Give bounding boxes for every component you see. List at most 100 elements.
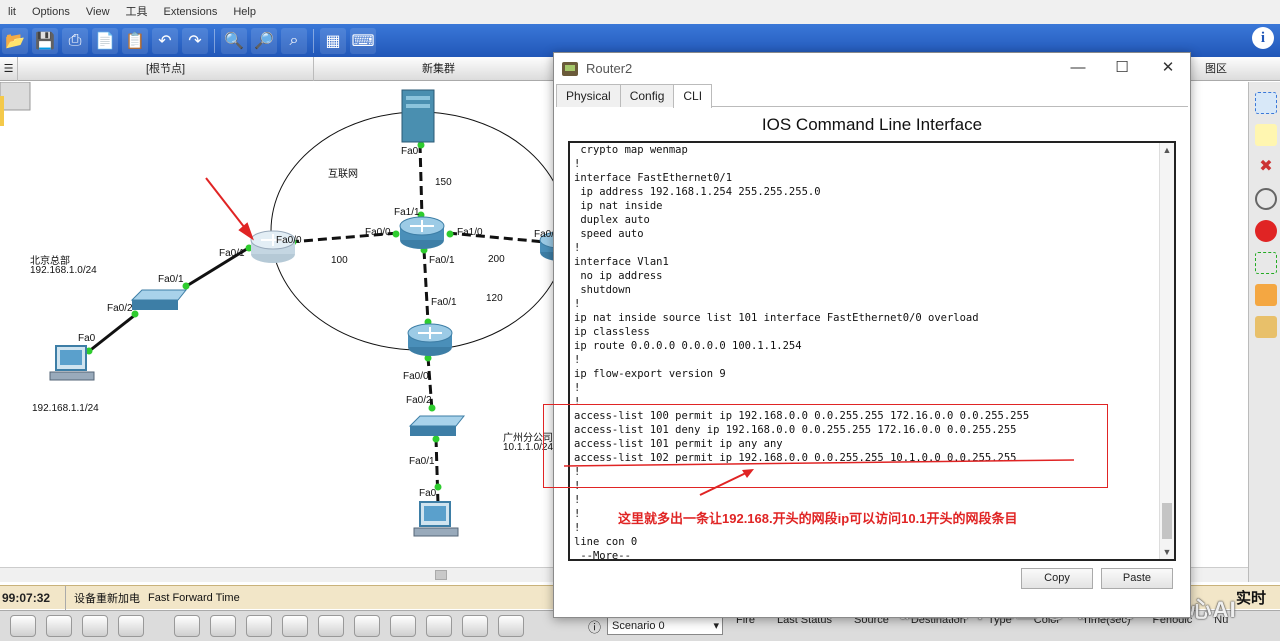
menu-bar: lit Options View 工具 Extensions Help	[0, 0, 1280, 24]
cable-phone-icon[interactable]	[354, 615, 380, 637]
open-folder-icon[interactable]: 📂	[2, 27, 28, 54]
cable-octal-icon[interactable]	[498, 615, 524, 637]
link-light	[432, 435, 440, 443]
link-server-core	[418, 143, 424, 219]
cable-straight-icon[interactable]	[246, 615, 272, 637]
draw-tool-icon[interactable]	[1255, 252, 1277, 274]
guangzhou-net-label: 10.1.1.0/24	[503, 442, 554, 453]
realtime-mode-label[interactable]: 实时	[1236, 587, 1266, 608]
print-icon[interactable]: ⎙	[62, 27, 88, 54]
router2-dialog: Router2 — ☐ ✕ Physical Config CLI IOS Co…	[553, 52, 1191, 618]
connections-category-icon[interactable]	[118, 615, 144, 637]
scenario-info-icon[interactable]: ⓘ	[588, 617, 601, 636]
server-icon	[401, 89, 435, 143]
cli-scrollbar[interactable]: ▲ ▼	[1159, 143, 1174, 559]
inspect-tool-icon[interactable]	[1255, 188, 1277, 210]
copy-button[interactable]: Copy	[1021, 568, 1093, 589]
dialog-tabs: Physical Config CLI	[556, 84, 1188, 108]
undo-icon[interactable]: ↶	[152, 27, 178, 54]
port-label: Fa0/	[534, 229, 555, 240]
add-simple-pdu-icon[interactable]	[1255, 284, 1277, 306]
cli-line: interface FastEthernet0/1	[574, 172, 733, 184]
port-label: Fa0/0	[276, 235, 302, 246]
cable-auto-icon[interactable]	[174, 615, 200, 637]
scroll-up-icon[interactable]: ▲	[1160, 143, 1174, 157]
logical-icon[interactable]: ☰	[0, 57, 18, 81]
new-cluster-label[interactable]: 新集群	[314, 57, 564, 81]
info-icon[interactable]: i	[1252, 27, 1274, 49]
link-status-lights	[85, 141, 549, 491]
menu-item-tools[interactable]: 工具	[118, 0, 156, 24]
menu-item-view[interactable]: View	[78, 0, 118, 24]
scenario-select[interactable]: Scenario 0	[607, 617, 724, 635]
root-node-label[interactable]: [根节点]	[18, 57, 314, 81]
cli-output[interactable]: crypto map wenmap! interface FastEthernet…	[574, 143, 1156, 559]
toolbar-divider	[313, 28, 314, 53]
custom-device-icon[interactable]: ⌨	[350, 27, 376, 54]
menu-item-help[interactable]: Help	[225, 0, 264, 24]
cable-coaxial-icon[interactable]	[390, 615, 416, 637]
cli-line: ip route 0.0.0.0 0.0.0.0 100.1.1.254	[574, 340, 802, 352]
fast-forward-button[interactable]: Fast Forward Time	[140, 592, 240, 604]
add-complex-pdu-icon[interactable]	[1255, 316, 1277, 338]
cli-line: speed auto	[574, 228, 644, 240]
power-cycle-button[interactable]: 设备重新加电	[66, 590, 140, 606]
shape-tool-icon[interactable]	[1255, 220, 1277, 242]
toolbar-divider	[214, 28, 215, 53]
viewport-label[interactable]: 图区	[1186, 57, 1246, 81]
close-icon[interactable]: ✕	[1156, 57, 1180, 79]
save-icon[interactable]: 💾	[32, 27, 58, 54]
menu-item-options[interactable]: Options	[24, 0, 78, 24]
tab-config[interactable]: Config	[619, 84, 675, 107]
link-gzsw-gzpc	[434, 437, 440, 505]
cable-serial-dce-icon[interactable]	[426, 615, 452, 637]
tab-physical[interactable]: Physical	[556, 84, 621, 107]
core-router-icon	[399, 216, 445, 249]
sim-clock: 99:07:32	[0, 585, 66, 610]
select-tool-icon[interactable]	[1255, 92, 1277, 114]
cli-line: !	[574, 480, 581, 492]
menu-item-edit[interactable]: lit	[0, 0, 24, 24]
dialog-title: Router2	[586, 61, 633, 76]
cli-line: access-list 101 deny ip 192.168.0.0 0.0.…	[574, 424, 1017, 436]
menu-item-extensions[interactable]: Extensions	[156, 0, 226, 24]
palette-icon[interactable]: ▦	[320, 27, 346, 54]
paste-button[interactable]: Paste	[1101, 568, 1173, 589]
cli-line: ip nat inside source list 101 interface …	[574, 312, 979, 324]
router-app-icon	[562, 61, 578, 76]
minimize-icon[interactable]: —	[1066, 57, 1090, 79]
maximize-icon[interactable]: ☐	[1110, 57, 1134, 79]
cli-line: no ip address	[574, 270, 663, 282]
dialog-titlebar[interactable]: Router2 — ☐ ✕	[554, 53, 1190, 84]
wireless-category-icon[interactable]	[82, 615, 108, 637]
redo-icon[interactable]: ↷	[182, 27, 208, 54]
cli-line: !	[574, 242, 581, 254]
link-number-label: 100	[331, 255, 348, 266]
cable-serial-dte-icon[interactable]	[462, 615, 488, 637]
cable-console-icon[interactable]	[210, 615, 236, 637]
annotation-text: 这里就多出一条让192.168.开头的网段ip可以访问10.1开头的网段条目	[618, 511, 1018, 526]
port-label: Fa0	[419, 488, 437, 499]
cli-console[interactable]: crypto map wenmap! interface FastEthernet…	[568, 141, 1176, 561]
link-number-label: 120	[486, 293, 503, 304]
scrollbar-thumb[interactable]	[1162, 503, 1172, 539]
cli-line: access-list 102 permit ip 192.168.0.0 0.…	[574, 452, 1017, 464]
activity-wizard-icon[interactable]: 📄	[92, 27, 118, 54]
tab-cli[interactable]: CLI	[673, 84, 713, 108]
device-category-icon[interactable]	[46, 615, 72, 637]
zoom-in-icon[interactable]: 🔍	[221, 27, 247, 54]
cable-fiber-icon[interactable]	[318, 615, 344, 637]
cli-line: !	[574, 382, 581, 394]
scroll-down-icon[interactable]: ▼	[1160, 545, 1174, 559]
delete-tool-icon[interactable]: ✖	[1255, 156, 1277, 178]
zoom-reset-icon[interactable]: 🔎	[251, 27, 277, 54]
scrollbar-thumb[interactable]	[435, 570, 447, 580]
note-tool-icon[interactable]	[1255, 124, 1277, 146]
port-label: Fa0/2	[107, 303, 133, 314]
cli-line: ip nat inside	[574, 200, 663, 212]
clipboard-icon[interactable]: 📋	[122, 27, 148, 54]
zoom-out-icon[interactable]: ⌕	[281, 27, 307, 54]
port-label: Fa0/2	[406, 395, 432, 406]
device-category-icon[interactable]	[10, 615, 36, 637]
cable-crossover-icon[interactable]	[282, 615, 308, 637]
